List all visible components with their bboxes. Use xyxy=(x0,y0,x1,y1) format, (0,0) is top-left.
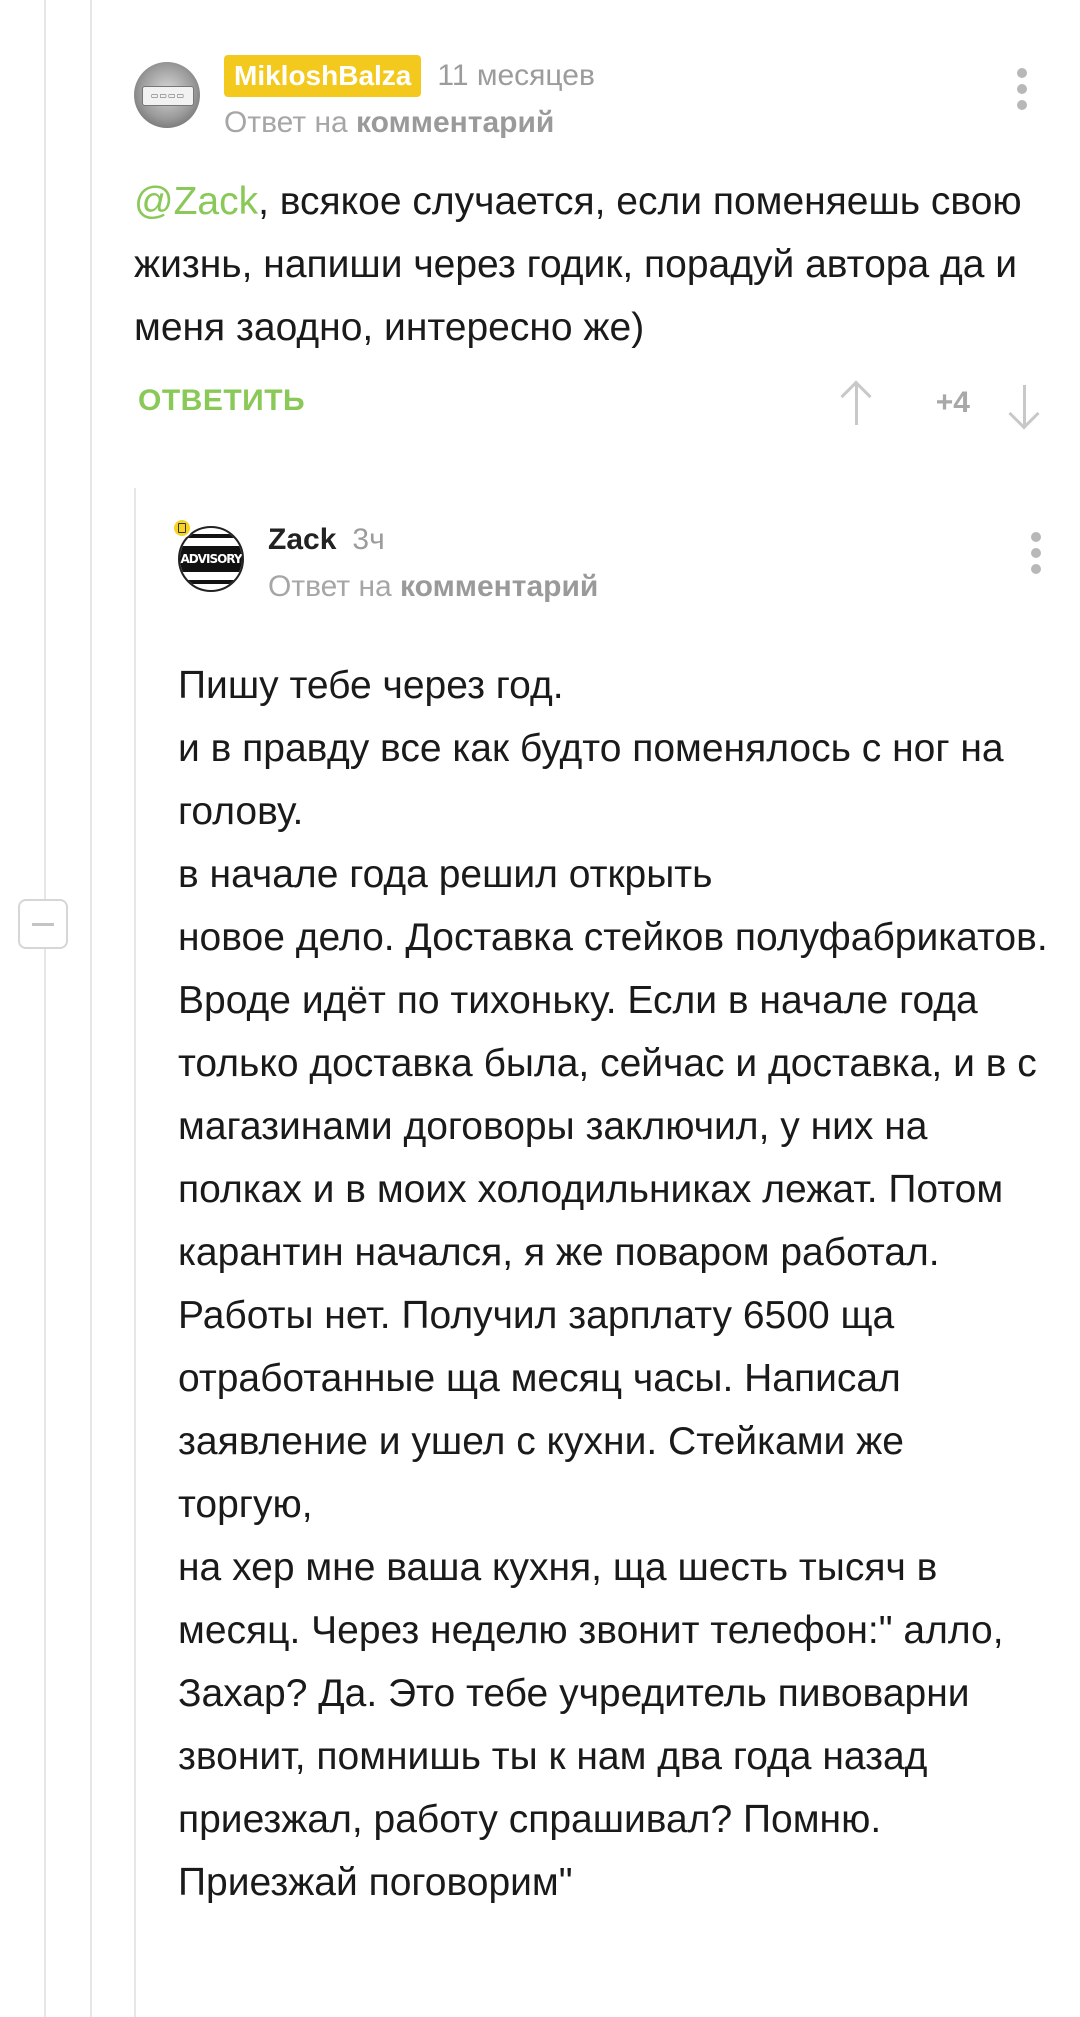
reply-to-prefix: Ответ на xyxy=(224,106,348,139)
more-options-icon[interactable] xyxy=(1024,532,1048,582)
comment-header: ADVISORY Zack 3ч Ответ на комментарий xyxy=(172,508,1048,608)
username[interactable]: Zack xyxy=(268,521,336,559)
name-row: MikloshBalza 11 месяцев xyxy=(224,54,595,98)
thread-line-level-1 xyxy=(90,0,92,2017)
parental-advisory-avatar-icon: ADVISORY xyxy=(180,546,242,572)
timestamp: 11 месяцев xyxy=(437,59,595,92)
reply-to-link[interactable]: комментарий xyxy=(356,106,554,139)
avatar[interactable]: ▭▭▭▭ xyxy=(134,62,200,128)
downvote-arrow-icon[interactable] xyxy=(1004,379,1046,431)
comment-text: , всякое случается, если поменяешь свою … xyxy=(134,180,1022,349)
thread-line-outer xyxy=(44,0,46,2017)
upvote-arrow-icon[interactable] xyxy=(836,379,878,431)
more-options-icon[interactable] xyxy=(1010,68,1034,118)
reply-to-prefix: Ответ на xyxy=(268,570,392,603)
reply-to-line: Ответ на комментарий xyxy=(268,568,598,606)
comment-body: Пишу тебе через год. и в правду все как … xyxy=(178,664,1048,1904)
comment-actions: ОТВЕТИТЬ +4 xyxy=(134,379,1040,439)
username[interactable]: MikloshBalza xyxy=(224,55,422,97)
collapse-thread-button[interactable] xyxy=(18,899,68,949)
reply-to-line: Ответ на комментарий xyxy=(224,104,554,142)
reply-to-link[interactable]: комментарий xyxy=(400,570,598,603)
timestamp: 3ч xyxy=(352,523,385,556)
note-badge-icon xyxy=(172,518,192,538)
user-mention-link[interactable]: @Zack xyxy=(134,180,258,223)
name-row: Zack 3ч xyxy=(268,518,385,562)
comment-miklosh: ▭▭▭▭ MikloshBalza 11 месяцев Ответ на ко… xyxy=(134,52,1040,439)
reply-button[interactable]: ОТВЕТИТЬ xyxy=(138,381,305,421)
comment-header: ▭▭▭▭ MikloshBalza 11 месяцев Ответ на ко… xyxy=(134,52,1034,152)
comment-score: +4 xyxy=(935,386,970,419)
comment-body: @Zack, всякое случается, если поменяешь … xyxy=(134,170,1034,359)
comment-zack: ADVISORY Zack 3ч Ответ на комментарий Пи… xyxy=(172,508,1048,1914)
comment-thread: ▭▭▭▭ MikloshBalza 11 месяцев Ответ на ко… xyxy=(0,0,1080,2017)
car-plate-avatar-icon: ▭▭▭▭ xyxy=(142,86,194,106)
thread-line-level-2 xyxy=(134,488,136,2017)
